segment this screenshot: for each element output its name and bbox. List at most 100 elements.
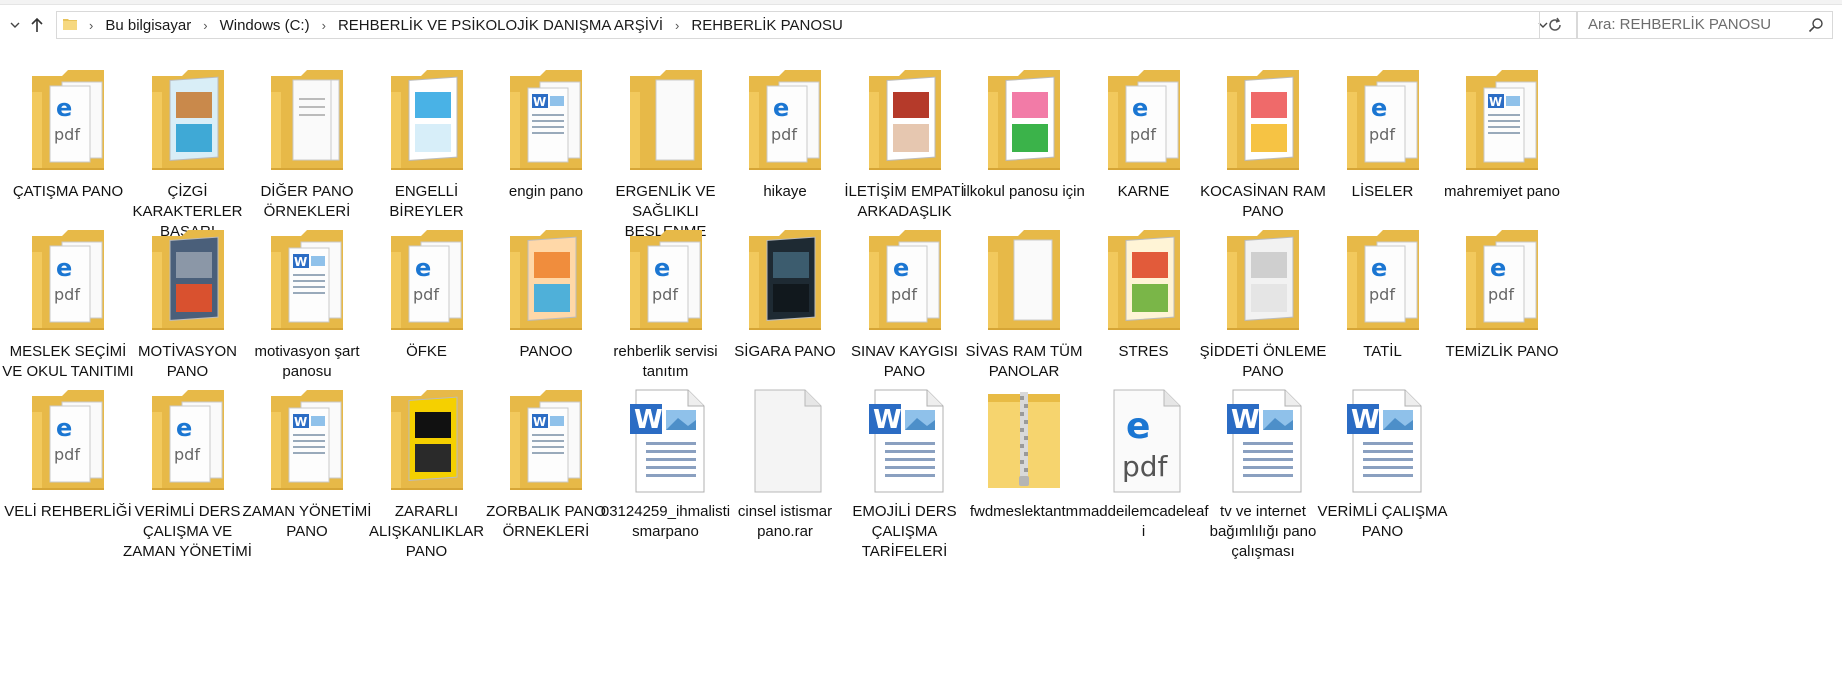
search-box[interactable]: Ara: REHBERLİK PANOSU <box>1577 11 1833 39</box>
folder-item[interactable]: ZARARLI ALIŞKANLIKLAR PANO <box>359 384 495 564</box>
folder-icon: W <box>506 388 586 496</box>
breadcrumb-drive[interactable]: Windows (C:) <box>218 17 312 34</box>
item-name: TEMİZLİK PANO <box>1445 343 1559 360</box>
folder-item[interactable]: e pdf hikaye <box>717 64 853 244</box>
folder-item[interactable]: e pdf ÇATIŞMA PANO <box>0 64 136 244</box>
item-name: maddeilemcadeleafi <box>1078 503 1209 540</box>
folder-item[interactable]: DİĞER PANO ÖRNEKLERİ <box>239 64 375 244</box>
item-name: ÖFKE <box>406 343 447 360</box>
breadcrumb: › Bu bilgisayar › Windows (C:) › REHBERL… <box>79 12 845 38</box>
item-name: mahremiyet pano <box>1444 183 1560 200</box>
folder-item[interactable]: e pdf TATİL <box>1315 224 1451 404</box>
item-name: cinsel istismar pano.rar <box>737 503 833 540</box>
svg-text:W: W <box>634 405 663 435</box>
search-input[interactable]: Ara: REHBERLİK PANOSU <box>1588 16 1771 33</box>
svg-text:pdf: pdf <box>54 445 80 464</box>
item-name: ilkokul panosu için <box>963 183 1085 200</box>
item-name: ŞİDDETİ ÖNLEME PANO <box>1199 343 1327 380</box>
svg-text:pdf: pdf <box>771 125 797 144</box>
file-item[interactable]: e pdf maddeilemcadeleafi <box>1076 384 1212 564</box>
folder-item[interactable]: e pdf TEMİZLİK PANO <box>1434 224 1570 404</box>
folder-icon <box>984 228 1064 336</box>
folder-item[interactable]: ÇİZGİ KARAKTERLER BAŞARI <box>120 64 256 244</box>
folder-item[interactable]: İLETİŞİM EMPATİ ARKADAŞLIK <box>837 64 973 244</box>
file-item[interactable]: W VERİMLİ ÇALIŞMA PANO <box>1315 384 1451 564</box>
item-name: ENGELLİ BİREYLER <box>389 183 464 220</box>
file-item[interactable]: W 03124259_ihmalistismarpano <box>598 384 734 564</box>
file-item[interactable]: cinsel istismar pano.rar <box>717 384 853 564</box>
svg-text:e: e <box>773 94 789 122</box>
breadcrumb-this-pc[interactable]: Bu bilgisayar <box>103 17 193 34</box>
item-name: KARNE <box>1117 183 1170 200</box>
breadcrumb-separator-icon[interactable]: › <box>203 18 207 33</box>
folder-item[interactable]: e pdf VELİ REHBERLİĞİ <box>0 384 136 564</box>
folder-icon: e pdf <box>28 68 108 176</box>
refresh-icon[interactable] <box>1539 12 1570 38</box>
svg-text:e: e <box>1132 94 1148 122</box>
item-name: VELİ REHBERLİĞİ <box>4 503 132 520</box>
folder-item[interactable]: e pdf rehberlik servisi tanıtım <box>598 224 734 404</box>
folder-icon <box>387 68 467 176</box>
folder-item[interactable]: W engin pano <box>478 64 614 244</box>
folder-item[interactable]: e pdf KARNE <box>1076 64 1212 244</box>
folder-item[interactable]: PANOO <box>478 224 614 404</box>
folder-item[interactable]: W ZAMAN YÖNETİMİ PANO <box>239 384 375 564</box>
svg-text:pdf: pdf <box>413 285 439 304</box>
folder-item[interactable]: ilkokul panosu için <box>956 64 1092 244</box>
folder-item[interactable]: W mahremiyet pano <box>1434 64 1570 244</box>
breadcrumb-archive[interactable]: REHBERLİK VE PSİKOLOJİK DANIŞMA ARŞİVİ <box>336 17 665 34</box>
file-item[interactable]: W tv ve internet bağımlılığı pano çalışm… <box>1195 384 1331 564</box>
folder-item[interactable]: SİGARA PANO <box>717 224 853 404</box>
folder-icon <box>626 68 706 176</box>
word-document-icon: W <box>1343 388 1423 496</box>
breadcrumb-current-folder[interactable]: REHBERLİK PANOSU <box>689 17 844 34</box>
file-item[interactable]: fwdmeslektantm <box>956 384 1092 564</box>
svg-text:W: W <box>294 255 307 269</box>
folder-item[interactable]: e pdf ÖFKE <box>359 224 495 404</box>
folder-item[interactable]: e pdf VERİMLİ DERS ÇALIŞMA VE ZAMAN YÖNET… <box>120 384 256 564</box>
item-name: 03124259_ihmalistismarpano <box>600 503 731 540</box>
folder-item[interactable]: KOCASİNAN RAM PANO <box>1195 64 1331 244</box>
breadcrumb-separator-icon[interactable]: › <box>675 18 679 33</box>
item-name: STRES <box>1118 343 1169 360</box>
item-name: EMOJİLİ DERS ÇALIŞMA TARİFELERİ <box>852 503 957 560</box>
folder-icon: W <box>267 388 347 496</box>
folder-icon: e pdf <box>865 228 945 336</box>
file-item[interactable]: W EMOJİLİ DERS ÇALIŞMA TARİFELERİ <box>837 384 973 564</box>
folder-item[interactable]: W ZORBALIK PANO ÖRNEKLERİ <box>478 384 614 564</box>
folder-item[interactable]: e pdf SINAV KAYGISI PANO <box>837 224 973 404</box>
pdf-file-icon: e pdf <box>1104 388 1184 496</box>
address-bar[interactable]: › Bu bilgisayar › Windows (C:) › REHBERL… <box>56 11 1577 39</box>
folder-item[interactable]: e pdf MESLEK SEÇİMİ VE OKUL TANITIMI <box>0 224 136 404</box>
folder-icon: e pdf <box>745 68 825 176</box>
svg-text:e: e <box>1371 254 1387 282</box>
breadcrumb-separator-icon[interactable]: › <box>322 18 326 33</box>
svg-text:pdf: pdf <box>174 445 200 464</box>
folder-item[interactable]: SİVAS RAM TÜM PANOLAR <box>956 224 1092 404</box>
item-name: motivasyon şart panosu <box>254 343 360 380</box>
folder-icon: W <box>1462 68 1542 176</box>
recent-locations-chevron-icon[interactable] <box>4 14 26 36</box>
folder-icon: e pdf <box>1104 68 1184 176</box>
folder-item[interactable]: ERGENLİK VE SAĞLIKLI BESLENME <box>598 64 734 244</box>
svg-text:pdf: pdf <box>1488 285 1514 304</box>
breadcrumb-separator-icon[interactable]: › <box>89 18 93 33</box>
folder-item[interactable]: W motivasyon şart panosu <box>239 224 375 404</box>
folder-icon: e pdf <box>148 388 228 496</box>
folder-item[interactable]: ŞİDDETİ ÖNLEME PANO <box>1195 224 1331 404</box>
item-name: engin pano <box>508 183 584 200</box>
folder-item[interactable]: STRES <box>1076 224 1212 404</box>
search-icon[interactable] <box>1808 17 1824 33</box>
item-name: MOTİVASYON PANO <box>138 343 237 380</box>
folder-item[interactable]: ENGELLİ BİREYLER <box>359 64 495 244</box>
svg-text:W: W <box>533 415 546 429</box>
svg-text:W: W <box>1231 405 1260 435</box>
folder-item[interactable]: MOTİVASYON PANO <box>120 224 256 404</box>
svg-text:e: e <box>1371 94 1387 122</box>
word-document-icon: W <box>865 388 945 496</box>
up-arrow-icon[interactable] <box>26 14 48 36</box>
svg-text:e: e <box>415 254 431 282</box>
folder-icon <box>148 228 228 336</box>
svg-text:W: W <box>533 95 546 109</box>
folder-item[interactable]: e pdf LİSELER <box>1315 64 1451 244</box>
